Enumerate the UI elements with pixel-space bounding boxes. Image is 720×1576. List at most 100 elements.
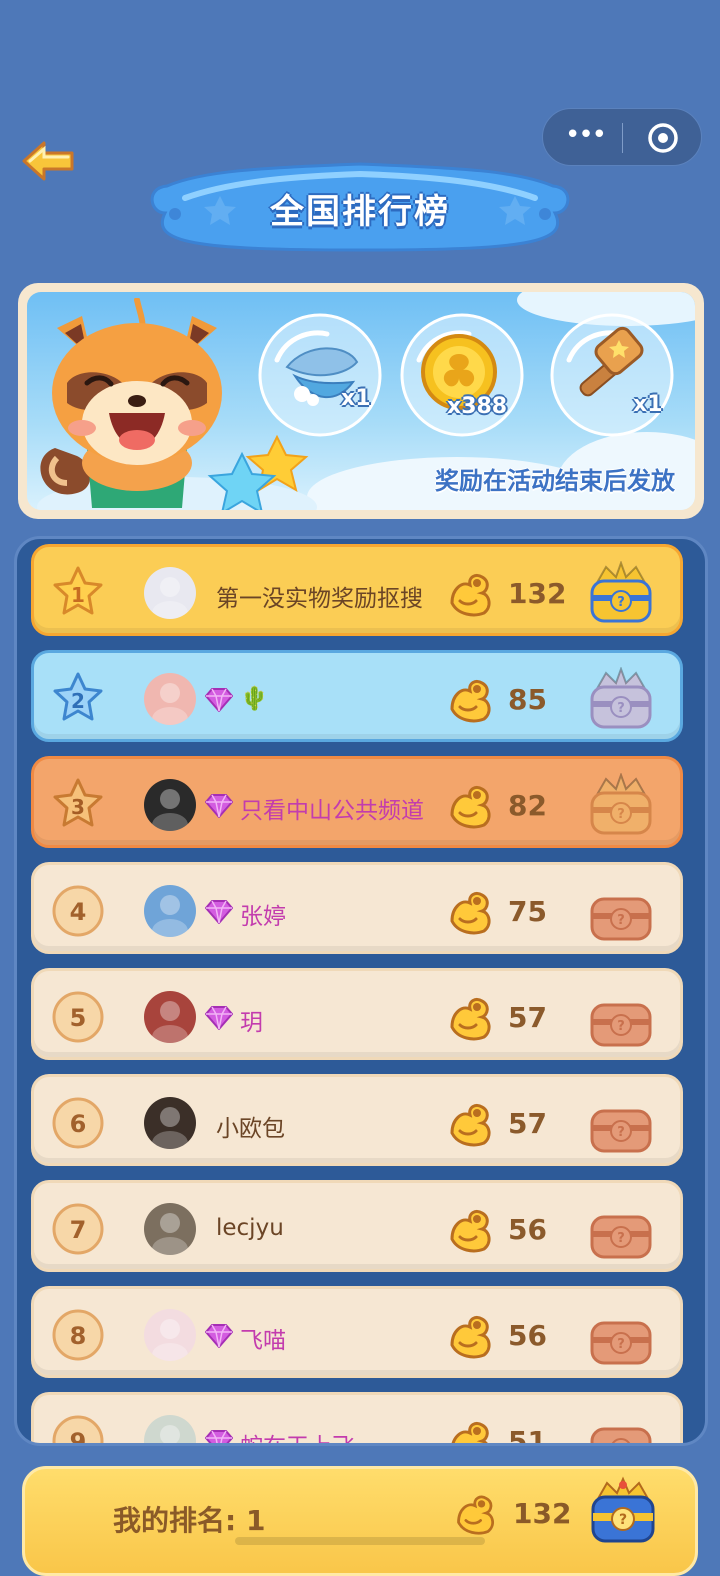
player-name: 小欧包	[216, 1116, 285, 1142]
reward-chest-icon[interactable]: ?	[586, 879, 656, 943]
rank-number: 6	[70, 1110, 87, 1138]
rank-star-badge-icon: 2	[53, 672, 103, 721]
leaderboard-row[interactable]: 5 玥 57 ?	[31, 968, 683, 1060]
player-name: 只看中山公共频道	[240, 798, 424, 824]
crest-score-icon	[450, 1315, 491, 1359]
player-score: 56	[508, 1319, 547, 1352]
avatar[interactable]	[144, 1415, 196, 1443]
leaderboard-row[interactable]: 2 🌵 85 ?	[31, 650, 683, 742]
reward-chest-icon[interactable]: ?	[586, 1303, 656, 1367]
svg-text:?: ?	[617, 1337, 625, 1352]
player-name: 飞喵	[240, 1328, 286, 1354]
rank-circle-badge-icon: 7	[52, 1203, 104, 1255]
player-name: lecjyu	[216, 1215, 284, 1241]
player-score: 82	[508, 789, 547, 822]
svg-text:?: ?	[617, 1019, 625, 1034]
rank-number: 2	[71, 689, 85, 713]
crest-score-icon	[450, 679, 491, 723]
rank-number: 5	[70, 1004, 87, 1032]
my-rank-score: 132	[513, 1497, 572, 1530]
rank-circle-badge-icon: 4	[52, 885, 104, 937]
back-arrow-icon[interactable]	[20, 138, 76, 184]
svg-text:?: ?	[617, 1125, 625, 1140]
player-name: 第一没实物奖励抠搜	[216, 586, 423, 612]
avatar[interactable]	[144, 779, 196, 831]
svg-text:?: ?	[617, 595, 625, 610]
rank-number: 8	[70, 1322, 87, 1350]
leaderboard-row[interactable]: 8 飞喵 56 ?	[31, 1286, 683, 1378]
vip-diamond-icon	[205, 1430, 233, 1443]
player-score: 56	[508, 1213, 547, 1246]
rank-circle-badge-icon: 5	[52, 991, 104, 1043]
svg-text:?: ?	[619, 1512, 627, 1528]
rank-circle-badge-icon: 6	[52, 1097, 104, 1149]
reward-chest-icon[interactable]: ?	[586, 985, 656, 1049]
crest-score-icon	[451, 1421, 489, 1443]
svg-text:?: ?	[617, 807, 625, 822]
reward-chest-icon[interactable]: ?	[586, 1091, 656, 1155]
reward-qty: x388	[447, 394, 508, 419]
avatar[interactable]	[144, 885, 196, 937]
reward-qty: x1	[633, 392, 663, 417]
player-score: 85	[508, 683, 547, 716]
gold-crown-chest-icon[interactable]: ?	[585, 1475, 661, 1547]
leaderboard-row[interactable]: 4 张婷 75 ?	[31, 862, 683, 954]
gold-coin-icon	[400, 313, 524, 437]
avatar[interactable]	[144, 991, 196, 1043]
avatar[interactable]	[144, 673, 196, 725]
reward-chest-icon[interactable]: ?	[586, 773, 656, 837]
my-rank-label: 我的排名: 1	[113, 1504, 266, 1537]
leaderboard-row[interactable]: 3 只看中山公共频道 82 ?	[31, 756, 683, 848]
player-name: 张婷	[240, 904, 286, 930]
rank-star-badge-icon: 1	[53, 566, 103, 615]
more-menu-icon[interactable]: •••	[565, 122, 607, 151]
rank-circle-badge-icon: 9	[52, 1415, 104, 1443]
player-score: 132	[508, 577, 567, 610]
home-indicator	[235, 1537, 485, 1545]
avatar[interactable]	[144, 567, 196, 619]
avatar[interactable]	[144, 1203, 196, 1255]
leaderboard-row[interactable]: 6 小欧包 57 ?	[31, 1074, 683, 1166]
leaderboard-row[interactable]: 7 lecjyu 56 ?	[31, 1180, 683, 1272]
reward-shell: x1	[257, 312, 383, 438]
crest-score-icon	[450, 785, 491, 829]
reward-note: 奖励在活动结束后发放	[435, 467, 675, 495]
player-name: 玥	[240, 1010, 263, 1036]
vip-diamond-icon	[205, 900, 233, 924]
leaderboard-row[interactable]: 1 第一没实物奖励抠搜 132 ?	[31, 544, 683, 636]
svg-text:?: ?	[617, 1231, 625, 1246]
avatar[interactable]	[144, 1097, 196, 1149]
crest-score-icon	[450, 997, 491, 1041]
close-miniapp-icon[interactable]	[647, 122, 679, 154]
reward-banner: x1 x388 x1 奖励在活动结束后发放	[18, 283, 704, 519]
crest-score-icon	[450, 891, 491, 935]
vip-diamond-icon	[205, 794, 233, 818]
rank-number: 3	[71, 795, 85, 819]
reward-chest-icon[interactable]: ?	[586, 1409, 656, 1446]
shell-item-icon	[258, 313, 382, 437]
reward-chest-icon[interactable]: ?	[586, 561, 656, 625]
crest-score-icon	[457, 1495, 494, 1535]
rank-number: 4	[70, 898, 87, 926]
svg-text:?: ?	[617, 701, 625, 716]
hammer-item-icon	[550, 313, 674, 437]
page-title: 全国排行榜	[270, 192, 450, 232]
reward-chest-icon[interactable]: ?	[586, 1197, 656, 1261]
capsule-divider	[622, 123, 623, 153]
vip-diamond-icon	[205, 1006, 233, 1030]
player-name: 🌵	[240, 686, 269, 712]
reward-coins: x388	[399, 312, 525, 438]
leaderboard-row[interactable]: 9 蛇在天上飞 51 ?	[31, 1392, 683, 1446]
page-title-banner: 全国排行榜	[145, 158, 575, 256]
rank-number: 7	[70, 1216, 87, 1244]
player-name: 蛇在天上飞	[240, 1427, 355, 1443]
rank-circle-badge-icon: 8	[52, 1309, 104, 1361]
avatar[interactable]	[144, 1309, 196, 1361]
reward-chest-icon[interactable]: ?	[586, 667, 656, 731]
leaderboard-list[interactable]: 1 第一没实物奖励抠搜 132 ? 2 🌵 85 ? 3 只看中山公共频道 82…	[14, 536, 708, 1446]
reward-hammer: x1	[549, 312, 675, 438]
crest-score-icon	[450, 1103, 491, 1147]
my-rank-bar: 我的排名: 1 132 ?	[22, 1466, 698, 1576]
player-score: 57	[508, 1001, 547, 1034]
crest-score-icon	[450, 1209, 491, 1253]
